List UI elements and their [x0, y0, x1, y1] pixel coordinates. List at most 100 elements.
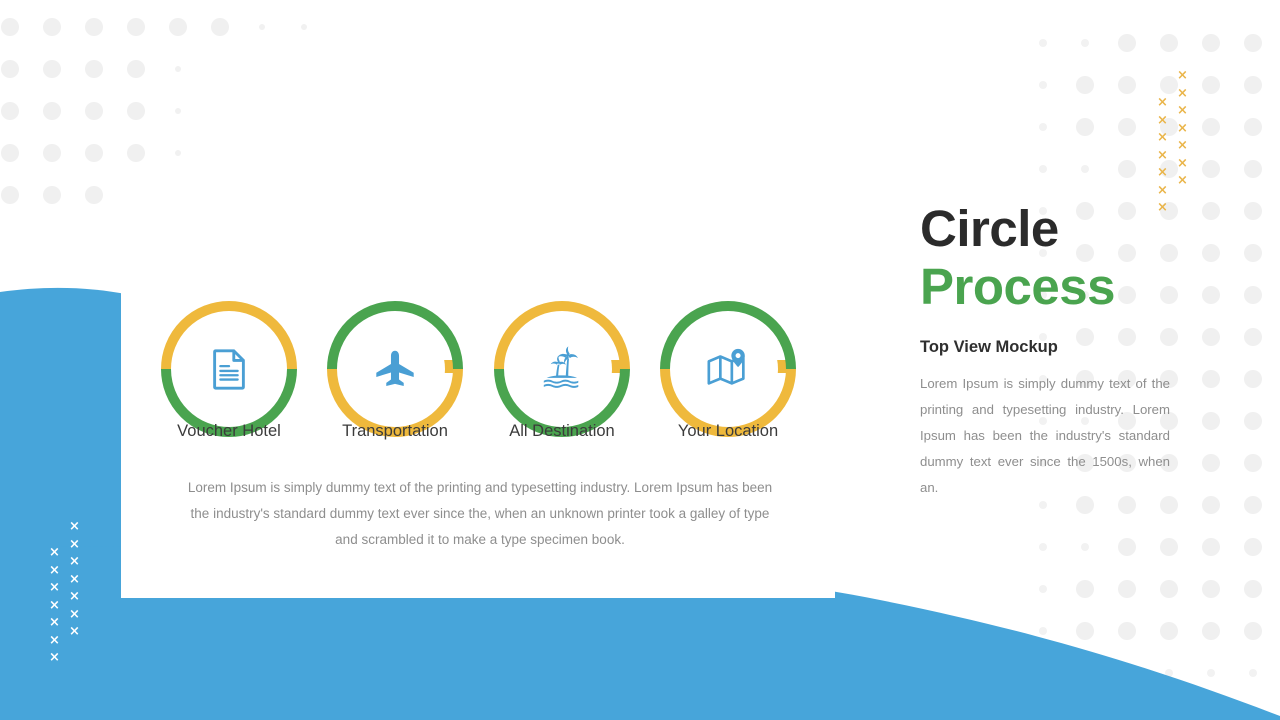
decorative-x-icon: × — [49, 650, 60, 665]
decorative-dot — [1039, 669, 1047, 677]
decorative-dot — [1081, 165, 1089, 173]
decorative-x-icon: × — [49, 597, 60, 613]
decorative-dot — [1081, 669, 1089, 677]
airplane-icon — [376, 350, 414, 386]
decorative-dot — [127, 144, 145, 162]
decorative-x-icon: × — [1177, 120, 1188, 136]
decorative-dot — [1118, 538, 1136, 556]
decorative-x-icon: × — [1177, 103, 1188, 118]
decorative-dot — [1202, 34, 1220, 52]
decorative-dot — [1039, 627, 1047, 635]
decorative-dot — [43, 144, 61, 162]
decorative-dot — [1076, 76, 1094, 94]
decorative-dot — [1244, 328, 1262, 346]
decorative-dot — [85, 60, 103, 78]
decorative-dot — [1160, 76, 1178, 94]
decorative-x-icon: × — [49, 545, 60, 560]
decorative-x-icon: × — [1157, 95, 1168, 110]
decorative-dot — [1207, 669, 1215, 677]
decorative-dot — [1039, 81, 1047, 89]
content-card: Voucher Hotel Transportation All Destina… — [121, 179, 835, 598]
process-node-3-inner — [512, 319, 612, 419]
decorative-dot — [1244, 34, 1262, 52]
decorative-x-icon: × — [1157, 112, 1168, 128]
process-node-4[interactable] — [660, 301, 796, 437]
dot-grid-top-left — [0, 0, 320, 204]
decorative-dot — [1244, 496, 1262, 514]
decorative-x-icon: × — [1177, 155, 1188, 171]
circle-process-diagram — [121, 234, 835, 437]
decorative-dot — [43, 186, 61, 204]
decorative-dot — [1202, 160, 1220, 178]
decorative-dot — [211, 18, 229, 36]
decorative-dot — [1244, 580, 1262, 598]
step-label-4: Your Location — [677, 422, 779, 440]
decorative-dot — [1081, 543, 1089, 551]
map-location-icon — [707, 348, 745, 385]
decorative-dot — [1244, 538, 1262, 556]
decorative-dot — [1202, 622, 1220, 640]
decorative-x-icon: × — [1157, 147, 1168, 163]
process-node-4-inner — [678, 319, 778, 419]
decorative-dot — [1039, 123, 1047, 131]
decorative-dot — [1244, 76, 1262, 94]
decorative-x-icon: × — [49, 632, 60, 648]
decorative-dot — [85, 18, 103, 36]
decorative-dot — [1039, 165, 1047, 173]
decorative-dot — [1244, 244, 1262, 262]
decorative-x-icon: × — [69, 571, 80, 587]
decorative-x-icon: × — [1177, 138, 1188, 153]
decorative-dot — [1249, 669, 1257, 677]
decorative-dot — [1244, 454, 1262, 472]
decorative-x-icon: × — [1157, 182, 1168, 198]
process-node-1-inner — [179, 319, 279, 419]
panel-description-text: Lorem Ipsum is simply dummy text of the … — [920, 376, 1170, 495]
decorative-dot — [301, 24, 307, 30]
decorative-dot — [175, 150, 181, 156]
decorative-x-icon: × — [1177, 68, 1188, 83]
process-node-3[interactable] — [494, 301, 630, 437]
decorative-dot — [1, 60, 19, 78]
decorative-dot — [1160, 34, 1178, 52]
decorative-dot — [1160, 538, 1178, 556]
process-node-1[interactable] — [161, 301, 297, 437]
decorative-dot — [1244, 370, 1262, 388]
slide-canvas: × × × × × × × × × × × × × × × × × × × × × × × × × × × × — [0, 0, 1280, 720]
process-node-2-inner — [345, 319, 445, 419]
decorative-dot — [1118, 622, 1136, 640]
decorative-dot — [1165, 669, 1173, 677]
page-title-line2: Process — [920, 258, 1115, 315]
decorative-dot — [85, 144, 103, 162]
page-title-line1: Circle — [920, 200, 1059, 257]
decorative-x-icon: × — [1157, 130, 1168, 145]
decorative-dot — [43, 18, 61, 36]
decorative-x-icon: × — [1177, 173, 1188, 188]
decorative-dot — [1118, 118, 1136, 136]
island-palm-icon — [543, 346, 579, 388]
decorative-dot — [175, 66, 181, 72]
decorative-dot — [1076, 118, 1094, 136]
decorative-dot — [85, 186, 103, 204]
right-text-panel: Circle Process Top View Mockup Lorem Ips… — [920, 200, 1220, 501]
decorative-x-icon: × — [49, 580, 60, 595]
decorative-dot — [1081, 39, 1089, 47]
decorative-dot — [43, 60, 61, 78]
decorative-dot — [1202, 118, 1220, 136]
decorative-dot — [1118, 76, 1136, 94]
decorative-dot — [1202, 580, 1220, 598]
page-subtitle: Top View Mockup — [920, 338, 1058, 356]
decorative-dot — [1, 18, 19, 36]
decorative-dot — [127, 60, 145, 78]
decorative-dot — [1202, 538, 1220, 556]
document-icon — [213, 349, 245, 390]
decorative-x-icon: × — [69, 606, 80, 622]
decorative-dot — [43, 102, 61, 120]
decorative-dot — [127, 102, 145, 120]
card-description-text: Lorem Ipsum is simply dummy text of the … — [187, 480, 773, 547]
decorative-x-icon: × — [1177, 85, 1188, 101]
decorative-dot — [1244, 286, 1262, 304]
decorative-x-icon: × — [69, 519, 80, 534]
decorative-dot — [1202, 76, 1220, 94]
process-node-2[interactable] — [327, 301, 463, 437]
decorative-dot — [1244, 202, 1262, 220]
